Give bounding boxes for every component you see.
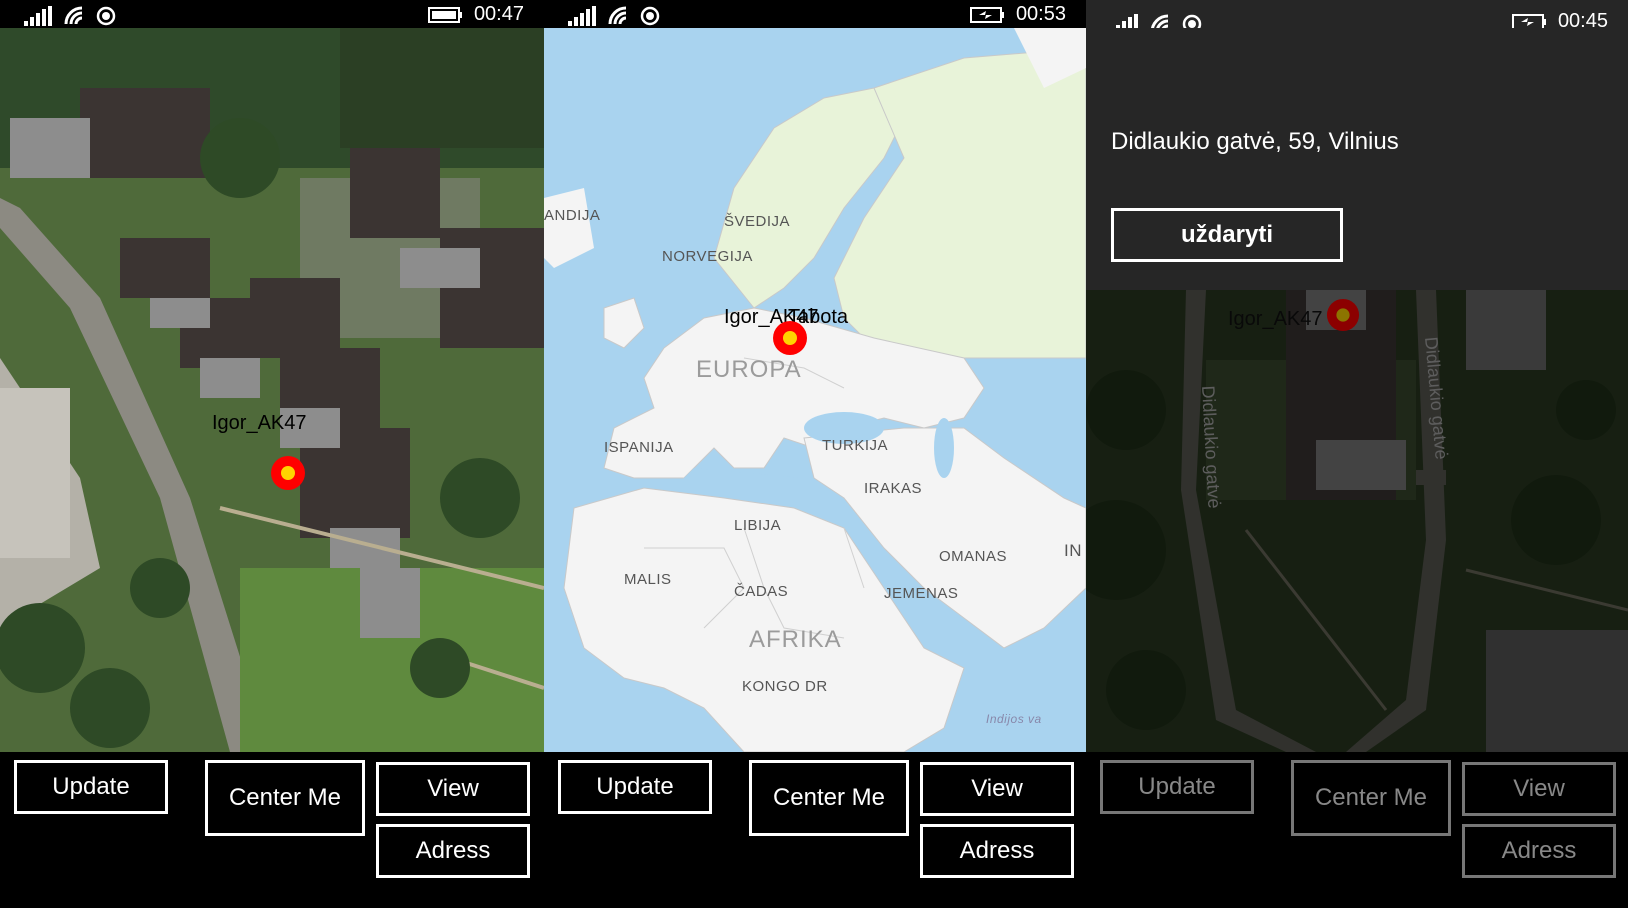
adress-button[interactable]: Adress [1462, 824, 1616, 878]
map-label-andija: ANDIJA [544, 207, 601, 224]
map-view[interactable]: ANDIJA ŠVEDIJA NORVEGIJA EUROPA ISPANIJA… [544, 28, 1086, 752]
map-label-svedija: ŠVEDIJA [724, 213, 791, 230]
map-label-turkija: TURKIJA [822, 437, 889, 454]
map-view[interactable]: Didlaukio gatvė Didlaukio gatvė Igor_AK4… [1086, 290, 1628, 752]
map-label-malis: MALIS [624, 571, 672, 588]
status-time: 00:53 [1015, 3, 1066, 25]
adress-button[interactable]: Adress [376, 824, 530, 878]
wifi-icon [64, 6, 83, 25]
status-bar: 00:45 [1086, 0, 1628, 34]
status-bar: 00:47 [0, 0, 544, 28]
bottom-toolbar: Update Center Me View Adress [0, 752, 544, 908]
wifi-icon [608, 6, 627, 25]
center-me-button[interactable]: Center Me [1291, 760, 1451, 836]
map-label-libija: LIBIJA [734, 517, 782, 534]
map-dim-overlay [1086, 290, 1628, 752]
pin-label: Igor_AK47 [212, 412, 307, 434]
phone-screen-aerial: 00:47 Igor_AK47 Update Center Me View Ad… [0, 0, 544, 908]
adress-button[interactable]: Adress [920, 824, 1074, 878]
location-icon [96, 6, 116, 26]
signal-strength-icon [568, 3, 598, 26]
center-me-button[interactable]: Center Me [205, 760, 365, 836]
phone-screen-address-popup: 00:45 Didlaukio gatvė Didlaukio gatvė Ig… [1086, 0, 1628, 908]
status-time: 00:47 [473, 3, 524, 25]
popup-address-text: Didlaukio gatvė, 59, Vilnius [1111, 128, 1399, 155]
view-button[interactable]: View [920, 762, 1074, 816]
update-button[interactable]: Update [14, 760, 168, 814]
battery-charging-icon [969, 6, 1004, 23]
map-label-kongo: KONGO DR [742, 678, 828, 695]
map-label-norvegija: NORVEGIJA [662, 248, 753, 265]
map-label-omanas: OMANAS [939, 548, 1008, 565]
bottom-toolbar: Update Center Me View Adress [544, 752, 1086, 908]
battery-full-icon [427, 6, 462, 23]
location-icon [640, 6, 660, 26]
close-button[interactable]: uždaryti [1111, 208, 1343, 262]
view-button[interactable]: View [376, 762, 530, 816]
map-label-jemenas: JEMENAS [884, 585, 959, 602]
map-label-europa: EUROPA [696, 356, 802, 383]
phone-screen-road-map: 00:53 ANDIJA ŠVEDIJA NORVEGIJA EUROPA IS… [544, 0, 1086, 908]
map-label-ispanija: ISPANIJA [604, 439, 674, 456]
status-bar: 00:53 [544, 0, 1086, 28]
update-button[interactable]: Update [1100, 760, 1254, 814]
location-pin-icon[interactable] [772, 320, 808, 356]
map-label-afrika: AFRIKA [749, 626, 842, 653]
map-label-indijos: Indijos va [986, 712, 1042, 726]
map-label-cadas: ČADAS [734, 583, 789, 600]
map-label-irakas: IRAKAS [864, 480, 923, 497]
update-button[interactable]: Update [558, 760, 712, 814]
map-view[interactable]: Igor_AK47 [0, 28, 544, 752]
view-button[interactable]: View [1462, 762, 1616, 816]
center-me-button[interactable]: Center Me [749, 760, 909, 836]
location-pin-icon[interactable] [270, 455, 306, 491]
map-label-in: IN [1064, 541, 1082, 560]
bottom-toolbar: Update Center Me View Adress [1086, 752, 1628, 908]
address-popup: Didlaukio gatvė, 59, Vilnius uždaryti [1086, 28, 1628, 290]
signal-strength-icon [24, 3, 54, 26]
aerial-map [0, 28, 544, 752]
